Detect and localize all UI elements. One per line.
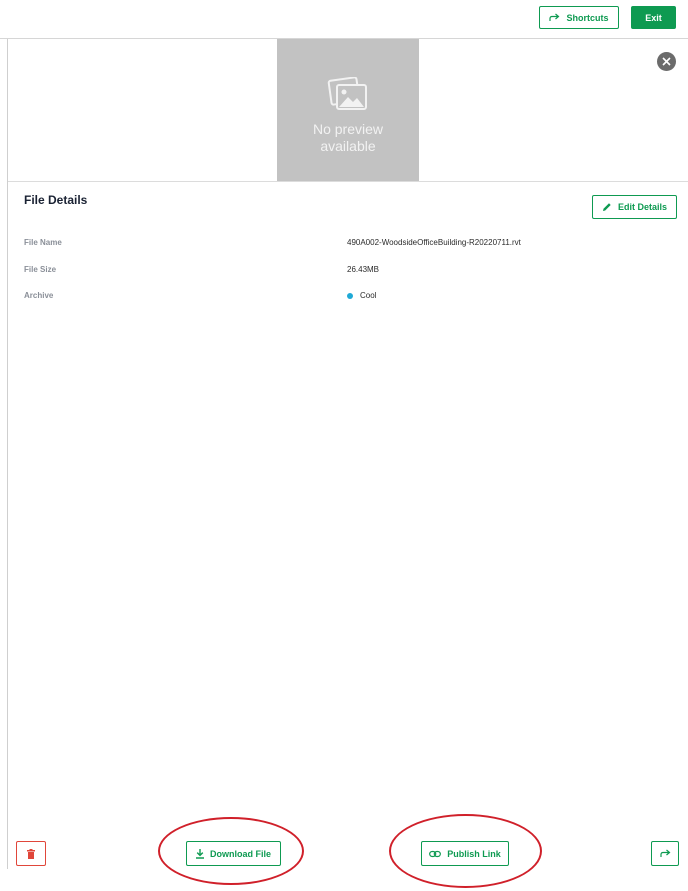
archive-value: Cool [347, 291, 376, 300]
edit-details-label: Edit Details [617, 202, 667, 212]
archive-text: Cool [360, 291, 377, 300]
close-icon [662, 57, 671, 66]
trash-icon [27, 848, 35, 859]
archive-status-dot [347, 292, 353, 299]
file-name-text: 490A002-WoodsideOfficeBuilding-R20220711… [347, 238, 521, 247]
file-size-value: 26.43MB [347, 265, 379, 274]
file-name-label: File Name [24, 238, 62, 247]
file-size-label: File Size [24, 265, 57, 274]
share-icon [549, 13, 560, 21]
section-divider [8, 181, 688, 182]
pencil-icon [602, 203, 611, 211]
exit-button[interactable]: Exit [631, 6, 676, 29]
no-preview-text: No preview available [312, 121, 384, 154]
left-rail [7, 39, 8, 869]
share-icon [659, 849, 670, 857]
archive-label: Archive [24, 291, 54, 300]
shortcuts-label: Shortcuts [566, 12, 609, 23]
shortcuts-button[interactable]: Shortcuts [539, 6, 619, 29]
image-icon [327, 77, 367, 110]
section-title: File Details [24, 193, 88, 207]
file-name-value: 490A002-WoodsideOfficeBuilding-R20220711… [347, 238, 521, 247]
annotation-ellipse-download [158, 817, 304, 885]
delete-button[interactable] [16, 841, 46, 866]
top-bar: Shortcuts Exit [0, 0, 688, 39]
close-button[interactable] [657, 52, 676, 71]
edit-details-button[interactable]: Edit Details [592, 195, 677, 219]
share-button[interactable] [651, 841, 679, 866]
file-preview: No preview available [277, 39, 419, 181]
file-size-text: 26.43MB [347, 265, 380, 274]
annotation-ellipse-publish [389, 814, 542, 888]
